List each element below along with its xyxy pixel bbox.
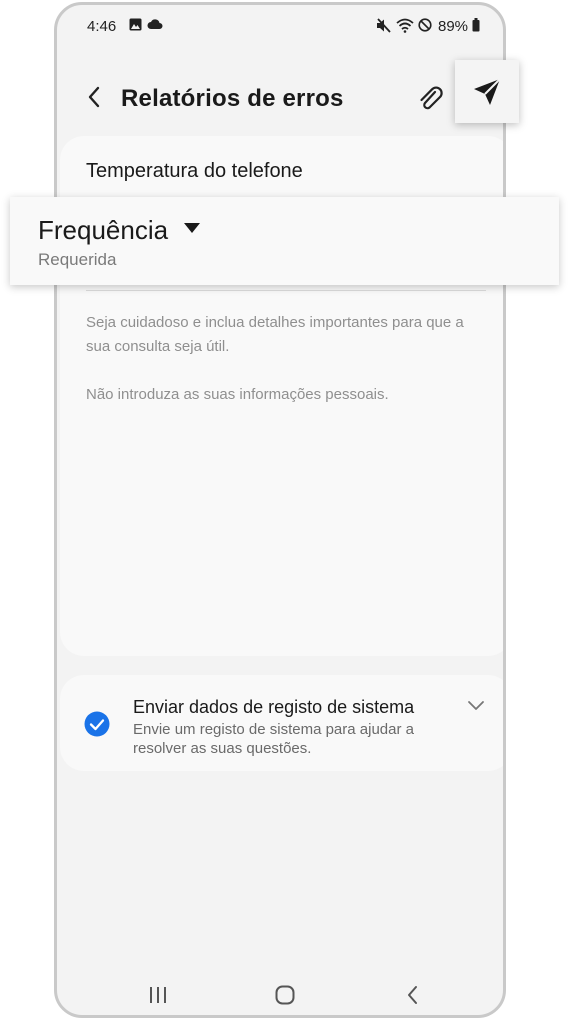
mute-icon <box>377 18 391 33</box>
page-title: Relatórios de erros <box>121 85 344 112</box>
send-button[interactable] <box>455 60 519 123</box>
phone-screen: 4:46 89% Relatórios de erros Temperatura… <box>54 2 506 1018</box>
system-log-description: Envie um registo de sistema para ajudar … <box>133 721 414 757</box>
status-time: 4:46 <box>87 18 117 35</box>
frequency-label: Frequência <box>38 215 169 245</box>
hint-text-privacy: Não introduza as suas informações pessoa… <box>86 386 389 403</box>
cloud-icon <box>147 19 163 29</box>
send-icon <box>474 78 501 105</box>
image-icon <box>129 18 142 31</box>
paperclip-icon[interactable] <box>415 83 445 115</box>
battery-percent: 89% <box>438 18 469 35</box>
topic-field[interactable]: Temperatura do telefone <box>86 160 303 183</box>
system-log-option[interactable]: Enviar dados de registo de sistema Envie… <box>60 675 503 771</box>
back-arrow-icon[interactable] <box>81 81 109 113</box>
hint-text-details: Seja cuidadoso e inclua detalhes importa… <box>86 314 464 355</box>
chevron-down-icon[interactable] <box>466 699 486 713</box>
wifi-icon <box>396 18 414 33</box>
do-not-disturb-icon <box>418 18 432 32</box>
back-icon[interactable] <box>403 980 423 1010</box>
frequency-dropdown[interactable]: Frequência Requerida <box>10 197 559 285</box>
status-bar: 4:46 89% <box>57 5 503 49</box>
checkbox-checked-icon[interactable] <box>84 711 110 737</box>
battery-icon <box>472 18 480 32</box>
dropdown-caret-icon <box>184 223 200 233</box>
system-log-title: Enviar dados de registo de sistema <box>133 697 415 717</box>
frequency-required-label: Requerida <box>38 250 117 269</box>
recents-icon[interactable] <box>147 980 169 1010</box>
divider <box>86 290 486 291</box>
home-icon[interactable] <box>274 980 296 1010</box>
